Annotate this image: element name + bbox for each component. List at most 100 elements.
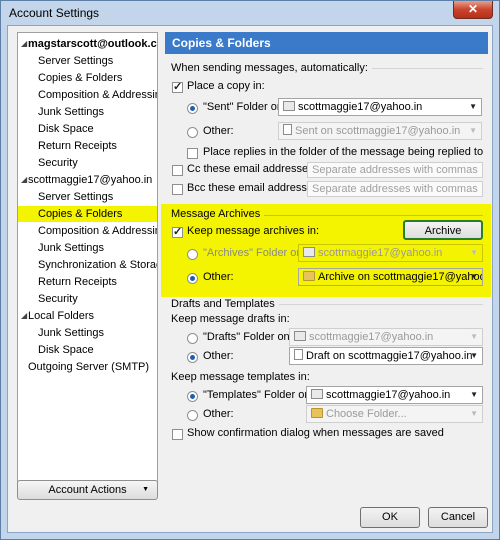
chevron-down-icon: ▼ [469,102,477,111]
cancel-button[interactable]: Cancel [428,507,488,528]
copies-folders-panel: Copies & Folders When sending messages, … [161,32,491,479]
tree-item-junk-settings[interactable]: Junk Settings [38,325,104,341]
drafts-other-select[interactable]: Draft on scottmaggie17@yahoo.in ▼ [289,347,483,365]
tree-item-disk-space[interactable]: Disk Space [38,342,94,358]
bcc-input[interactable]: Separate addresses with commas [307,181,483,197]
keep-templates-label: Keep message templates in: [171,371,310,383]
sent-other-value: Sent on scottmaggie17@yahoo.in [295,125,461,137]
templates-other-label: Other: [203,408,234,420]
title-bar: Account Settings ✕ [1,1,499,25]
tree-account-local-folders[interactable]: Local Folders [28,308,94,324]
chevron-down-icon: ▼ [470,351,478,360]
tree-item-server-settings[interactable]: Server Settings [38,53,113,69]
account-icon [283,101,295,111]
close-icon: ✕ [467,2,479,16]
archives-other-radio[interactable] [187,273,198,284]
archives-other-value: Archive on scottmaggie17@yahoo.in [318,271,483,283]
sent-other-radio[interactable] [187,127,198,138]
account-icon [294,331,306,341]
archive-options-button[interactable]: Archive options... [403,220,483,255]
archives-other-select[interactable]: Archive on scottmaggie17@yahoo.in ▼ [298,268,483,286]
tree-account-outlook[interactable]: magstarscott@outlook.com [28,36,157,52]
archives-account-select[interactable]: scottmaggie17@yahoo.in ▼ [298,244,483,262]
folder-icon [294,349,303,360]
account-settings-window: Account Settings ✕ ◢ magstarscott@outloo… [0,0,500,540]
templates-other-radio[interactable] [187,410,198,421]
tree-item-composition[interactable]: Composition & Addressing [38,223,157,239]
tree-item-junk-settings[interactable]: Junk Settings [38,104,104,120]
sent-other-label: Other: [203,125,234,137]
archives-other-label: Other: [203,271,234,283]
drafts-account-value: scottmaggie17@yahoo.in [309,331,434,343]
drafts-folder-label: "Drafts" Folder on: [203,331,293,343]
tree-item-junk-settings[interactable]: Junk Settings [38,240,104,256]
tree-item-disk-space[interactable]: Disk Space [38,121,94,137]
bcc-label: Bcc these email addresses: [187,182,322,194]
tree-item-security[interactable]: Security [38,291,78,307]
tree-item-security[interactable]: Security [38,155,78,171]
cc-input[interactable]: Separate addresses with commas [307,162,483,178]
templates-account-select[interactable]: scottmaggie17@yahoo.in ▼ [306,386,483,404]
account-icon [311,389,323,399]
folder-icon [311,408,323,418]
cc-checkbox[interactable] [172,165,183,176]
drafts-other-value: Draft on scottmaggie17@yahoo.in [306,350,473,362]
sent-folder-label: "Sent" Folder on: [203,101,287,113]
account-tree: ◢ magstarscott@outlook.com Server Settin… [17,32,158,489]
tree-item-outgoing-server[interactable]: Outgoing Server (SMTP) [28,359,149,375]
account-actions-button[interactable]: Account Actions ▼ [17,480,158,500]
place-copy-checkbox[interactable] [172,80,183,93]
collapse-icon[interactable]: ◢ [21,39,27,48]
templates-other-value: Choose Folder... [326,408,407,420]
archives-section-title: Message Archives [171,208,265,220]
chevron-down-icon: ▼ [470,390,478,399]
cc-label: Cc these email addresses: [187,163,317,175]
dialog-client: ◢ magstarscott@outlook.com Server Settin… [7,25,493,533]
keep-archives-label: Keep message archives in: [187,225,320,237]
show-confirm-label: Show confirmation dialog when messages a… [187,427,444,439]
tree-account-yahoo[interactable]: scottmaggie17@yahoo.in [28,172,152,188]
folder-icon [283,124,292,135]
account-icon [303,247,315,257]
ok-button[interactable]: OK [360,507,420,528]
tree-item-return-receipts[interactable]: Return Receipts [38,274,117,290]
tree-item-return-receipts[interactable]: Return Receipts [38,138,117,154]
templates-other-select[interactable]: Choose Folder... ▼ [306,405,483,423]
collapse-icon[interactable]: ◢ [21,311,27,320]
bcc-checkbox[interactable] [172,184,183,195]
sent-other-select[interactable]: Sent on scottmaggie17@yahoo.in ▼ [278,122,482,140]
sent-account-select[interactable]: scottmaggie17@yahoo.in ▼ [278,98,482,116]
chevron-down-icon: ▼ [469,126,477,135]
place-copy-label: Place a copy in: [187,80,265,92]
drafts-account-select[interactable]: scottmaggie17@yahoo.in ▼ [289,328,483,346]
window-title: Account Settings [9,6,100,20]
archives-folder-label: "Archives" Folder on: [203,247,306,259]
drafts-other-label: Other: [203,350,234,362]
sending-section-title: When sending messages, automatically: [171,62,372,74]
collapse-icon[interactable]: ◢ [21,175,27,184]
keep-archives-checkbox[interactable] [172,225,183,238]
templates-folder-radio[interactable] [187,391,198,402]
drafts-section-title: Drafts and Templates [171,298,279,310]
chevron-down-icon: ▼ [470,272,478,281]
chevron-down-icon: ▼ [470,409,478,418]
folder-icon [303,271,315,281]
sent-account-value: scottmaggie17@yahoo.in [298,101,423,113]
tree-item-copies-folders[interactable]: Copies & Folders [38,70,122,86]
dropdown-arrow-icon: ▼ [142,486,149,493]
tree-item-sync-storage[interactable]: Synchronization & Storage [38,257,157,273]
tree-item-composition[interactable]: Composition & Addressing [38,87,157,103]
show-confirm-checkbox[interactable] [172,429,183,440]
drafts-other-radio[interactable] [187,352,198,363]
templates-folder-label: "Templates" Folder on: [203,389,314,401]
chevron-down-icon: ▼ [470,332,478,341]
sent-folder-radio[interactable] [187,103,198,114]
archives-folder-radio[interactable] [187,249,198,260]
tree-item-copies-folders-selected[interactable]: Copies & Folders [18,206,157,222]
tree-item-server-settings[interactable]: Server Settings [38,189,113,205]
place-replies-checkbox[interactable] [187,148,198,159]
close-button[interactable]: ✕ [453,1,493,19]
archives-account-value: scottmaggie17@yahoo.in [318,247,443,259]
drafts-folder-radio[interactable] [187,333,198,344]
account-actions-label: Account Actions [48,484,127,496]
